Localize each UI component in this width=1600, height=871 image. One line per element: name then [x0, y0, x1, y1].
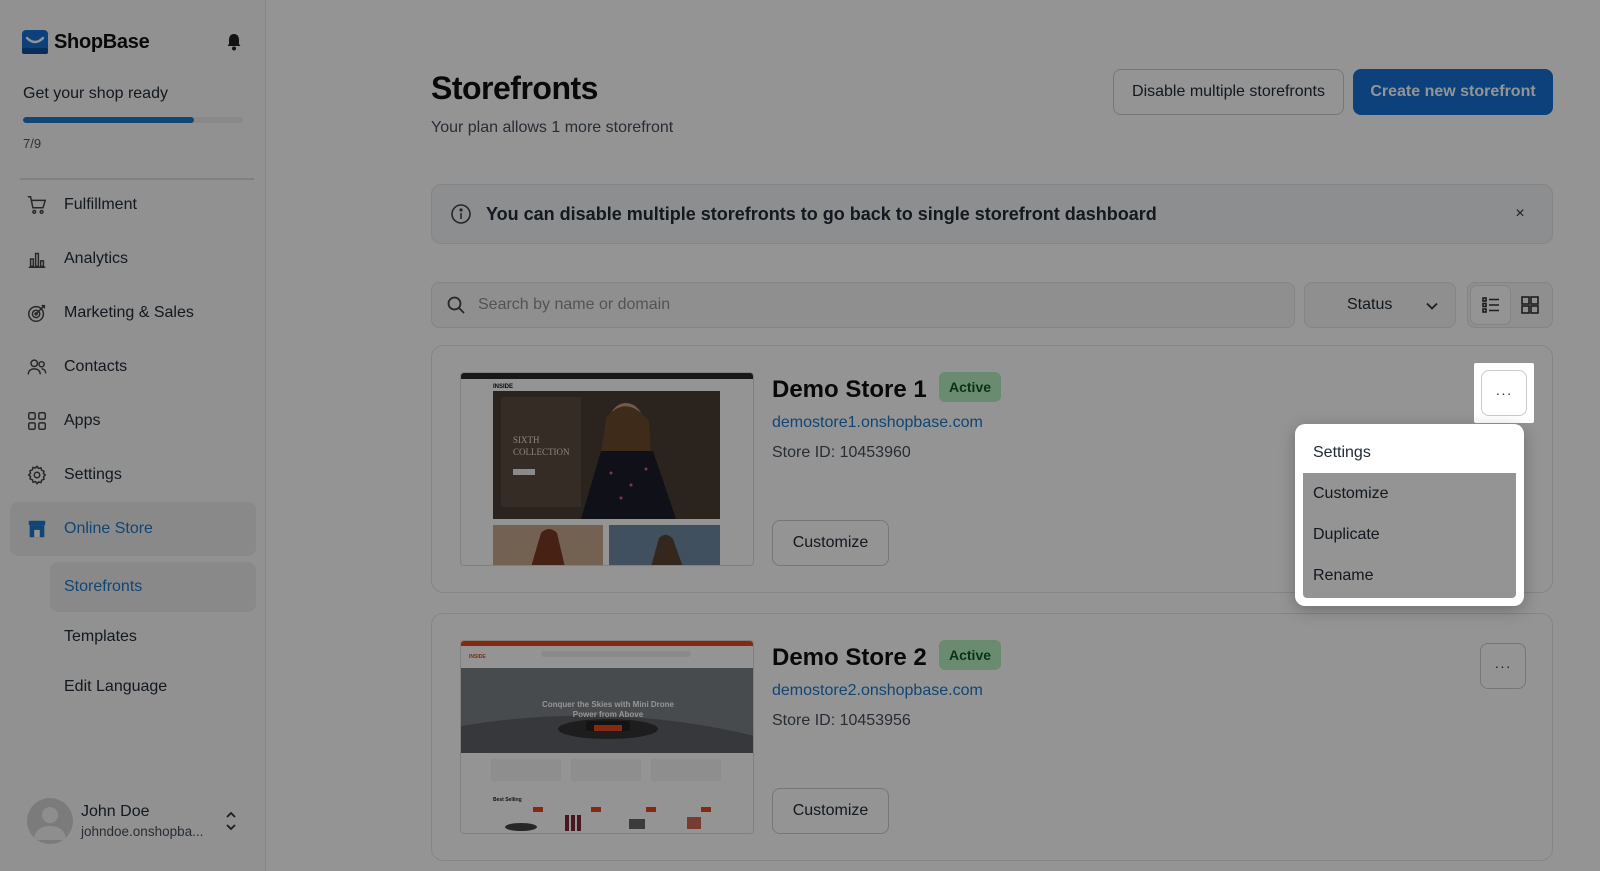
menu-dim-overlay [1303, 473, 1516, 598]
more-actions-button[interactable]: ··· [1481, 370, 1527, 416]
more-actions-highlight: ··· [1474, 363, 1534, 423]
store-actions-menu: Settings Customize Duplicate Rename [1295, 424, 1524, 606]
menu-item-settings[interactable]: Settings [1303, 432, 1516, 473]
